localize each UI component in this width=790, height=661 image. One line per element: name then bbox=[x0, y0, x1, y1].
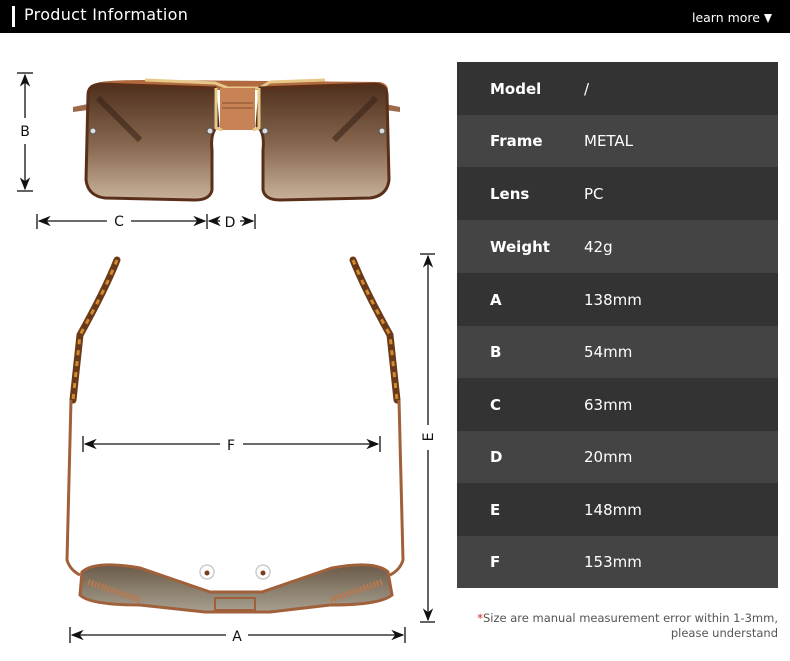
dimension-f: F bbox=[82, 436, 381, 454]
header-bar: Product Information learn more bbox=[0, 0, 790, 33]
spec-value: 42g bbox=[584, 237, 613, 256]
spec-row-e: E 148mm bbox=[457, 483, 778, 536]
spec-row-lens: Lens PC bbox=[457, 167, 778, 220]
spec-row-f: F 153mm bbox=[457, 536, 778, 588]
dimension-a: A bbox=[69, 627, 406, 645]
dimension-e-label: E bbox=[421, 433, 437, 442]
dimension-a-label: A bbox=[232, 629, 242, 645]
spec-value: 20mm bbox=[584, 448, 633, 466]
spec-row-model: Model / bbox=[457, 62, 778, 115]
dimension-b-label: B bbox=[20, 124, 30, 140]
page-title: Product Information bbox=[24, 5, 189, 24]
spec-value: METAL bbox=[584, 132, 634, 150]
dimension-e: E bbox=[420, 253, 437, 623]
spec-value: 148mm bbox=[584, 500, 642, 519]
spec-value: 54mm bbox=[584, 343, 633, 361]
spec-label: F bbox=[490, 553, 501, 571]
measurement-note: *Size are manual measurement error withi… bbox=[477, 611, 778, 641]
spec-label: B bbox=[490, 343, 502, 361]
spec-row-frame: Frame METAL bbox=[457, 115, 778, 167]
dimension-c-label: C bbox=[114, 214, 124, 230]
top-view-glasses bbox=[65, 256, 405, 614]
spec-label: E bbox=[490, 500, 501, 519]
spec-label: Lens bbox=[490, 184, 530, 203]
caret-down-icon bbox=[764, 14, 772, 23]
note-line-1: Size are manual measurement error within… bbox=[482, 611, 778, 625]
spec-value: 153mm bbox=[584, 553, 642, 571]
spec-row-b: B 54mm bbox=[457, 326, 778, 378]
spec-table: Model / Frame METAL Lens PC Weight 42g A… bbox=[457, 62, 778, 588]
learn-more-label[interactable]: learn more bbox=[692, 10, 760, 25]
spec-label: Weight bbox=[490, 237, 550, 256]
dimension-f-label: F bbox=[227, 438, 235, 454]
front-view-glasses bbox=[73, 78, 400, 202]
spec-label: D bbox=[490, 448, 503, 466]
sunglasses-diagram: B C D E F A bbox=[17, 72, 437, 645]
spec-row-a: A 138mm bbox=[457, 273, 778, 326]
dimension-c: C bbox=[36, 214, 207, 230]
spec-value: 138mm bbox=[584, 290, 642, 309]
note-line-2: please understand bbox=[670, 626, 778, 640]
dimension-d-label: D bbox=[225, 215, 236, 231]
spec-label: Frame bbox=[490, 132, 543, 150]
spec-value: / bbox=[584, 79, 590, 98]
learn-more-link[interactable]: learn more bbox=[692, 10, 772, 25]
spec-value: 63mm bbox=[584, 395, 633, 414]
title-accent-bar bbox=[12, 6, 15, 27]
dimension-b: B bbox=[17, 72, 33, 192]
spec-value: PC bbox=[584, 184, 604, 203]
spec-row-d: D 20mm bbox=[457, 431, 778, 483]
spec-row-weight: Weight 42g bbox=[457, 220, 778, 273]
spec-label: C bbox=[490, 395, 502, 414]
dimension-d: D bbox=[206, 214, 256, 231]
spec-label: A bbox=[490, 290, 502, 309]
spec-label: Model bbox=[490, 79, 542, 98]
spec-row-c: C 63mm bbox=[457, 378, 778, 431]
